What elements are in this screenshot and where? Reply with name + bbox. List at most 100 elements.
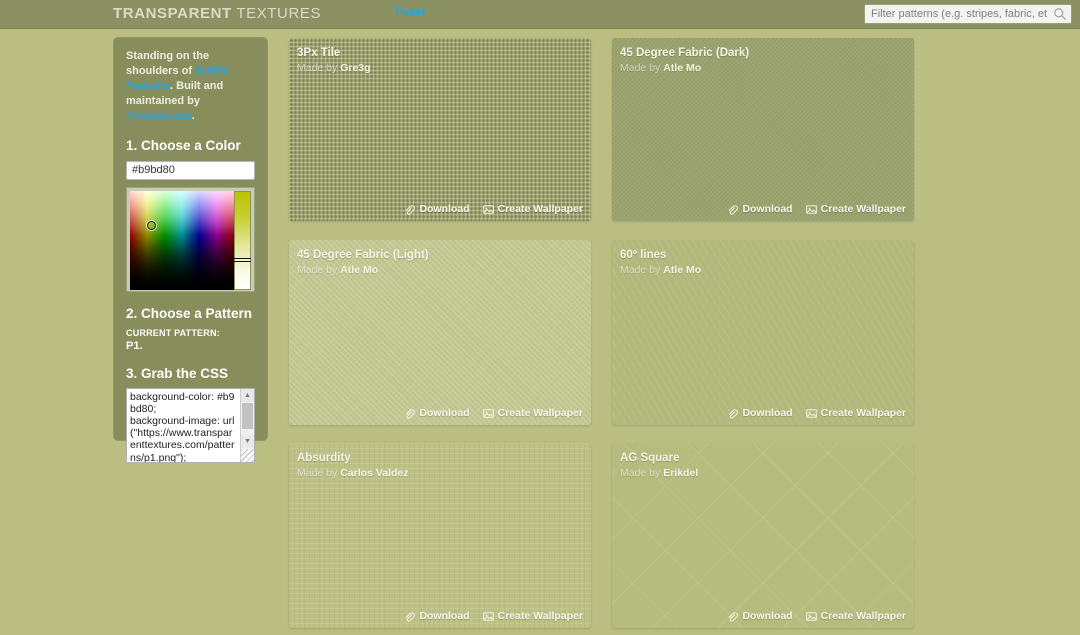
- download-label: Download: [419, 407, 470, 419]
- create-wallpaper-link[interactable]: Create Wallpaper: [482, 610, 583, 622]
- pattern-author: Made by Atle Mo: [297, 264, 378, 276]
- image-icon: [805, 611, 817, 621]
- pattern-card-links: Download Create Wallpaper: [727, 610, 906, 622]
- made-by-prefix: Made by: [297, 467, 341, 479]
- saturation-value-overlay[interactable]: [130, 190, 234, 290]
- create-wallpaper-label: Create Wallpaper: [497, 610, 583, 622]
- logo-light: TEXTURES: [231, 5, 322, 22]
- current-pattern-value: P1.: [126, 339, 143, 352]
- resize-grip-icon[interactable]: [241, 448, 254, 462]
- author-name: Gre3g: [340, 62, 371, 74]
- step2-title: 2. Choose a Pattern: [126, 305, 253, 321]
- search-icon[interactable]: [1053, 7, 1067, 21]
- create-wallpaper-label: Create Wallpaper: [497, 407, 583, 419]
- step3-title: 3. Grab the CSS: [126, 365, 229, 381]
- pattern-title: Absurdity: [297, 452, 351, 464]
- pattern-title: 45 Degree Fabric (Light): [297, 249, 429, 261]
- download-label: Download: [419, 610, 470, 622]
- pattern-author: Made by Carlos Valdez: [297, 467, 408, 479]
- pattern-card[interactable]: AG Square Made by Erikdel Download Creat…: [612, 443, 914, 628]
- paperclip-icon: [406, 408, 416, 419]
- image-icon: [805, 204, 817, 214]
- pattern-author: Made by Erikdel: [620, 467, 698, 479]
- image-icon: [805, 408, 817, 418]
- search-input[interactable]: [865, 5, 1051, 23]
- made-by-prefix: Made by: [620, 62, 664, 74]
- pattern-author: Made by Gre3g: [297, 62, 371, 74]
- pattern-card-links: Download Create Wallpaper: [727, 203, 906, 215]
- hex-color-input[interactable]: [126, 160, 255, 180]
- create-wallpaper-link[interactable]: Create Wallpaper: [482, 203, 583, 215]
- pattern-author: Made by Atle Mo: [620, 264, 701, 276]
- author-name: Atle Mo: [663, 264, 702, 276]
- pattern-card-links: Download Create Wallpaper: [727, 407, 906, 419]
- mikehearn-link[interactable]: @mikehearn: [126, 110, 192, 122]
- css-output-textarea[interactable]: background-color: #b9bd80; background-im…: [127, 388, 240, 462]
- create-wallpaper-link[interactable]: Create Wallpaper: [805, 407, 906, 419]
- hue-slider[interactable]: [234, 190, 251, 290]
- intro-text-3: .: [191, 110, 195, 122]
- download-label: Download: [742, 610, 793, 622]
- pattern-card[interactable]: 60º lines Made by Atle Mo Download Creat…: [612, 240, 914, 425]
- pattern-title: 3Px Tile: [297, 47, 341, 59]
- pattern-card-links: Download Create Wallpaper: [404, 203, 583, 215]
- made-by-prefix: Made by: [620, 467, 664, 479]
- create-wallpaper-link[interactable]: Create Wallpaper: [805, 203, 906, 215]
- pattern-card[interactable]: 45 Degree Fabric (Dark) Made by Atle Mo …: [612, 38, 914, 221]
- search-box[interactable]: [864, 4, 1072, 24]
- create-wallpaper-label: Create Wallpaper: [497, 203, 583, 215]
- paperclip-icon: [406, 611, 416, 622]
- scrollbar-thumb[interactable]: [242, 402, 253, 429]
- site-logo: TRANSPARENT TEXTURES: [113, 5, 321, 22]
- pattern-card[interactable]: 45 Degree Fabric (Light) Made by Atle Mo…: [289, 240, 591, 425]
- download-link[interactable]: Download: [727, 610, 793, 622]
- image-icon: [482, 408, 494, 418]
- paperclip-icon: [729, 408, 739, 419]
- download-label: Download: [419, 203, 470, 215]
- create-wallpaper-label: Create Wallpaper: [820, 407, 906, 419]
- download-link[interactable]: Download: [404, 407, 470, 419]
- create-wallpaper-link[interactable]: Create Wallpaper: [805, 610, 906, 622]
- css-output-box[interactable]: background-color: #b9bd80; background-im…: [126, 387, 255, 463]
- image-icon: [482, 204, 494, 214]
- made-by-prefix: Made by: [297, 62, 341, 74]
- tweet-link[interactable]: Tweet: [394, 7, 426, 19]
- scroll-up-icon[interactable]: ▲: [241, 388, 254, 402]
- download-label: Download: [742, 407, 793, 419]
- sidebar-intro: Standing on the shoulders of Subtle Patt…: [126, 49, 255, 124]
- author-name: Erikdel: [663, 467, 699, 479]
- download-link[interactable]: Download: [727, 407, 793, 419]
- pattern-card[interactable]: 3Px Tile Made by Gre3g Download Create W…: [289, 38, 591, 221]
- pattern-card-links: Download Create Wallpaper: [404, 610, 583, 622]
- author-name: Atle Mo: [663, 62, 702, 74]
- download-link[interactable]: Download: [727, 203, 793, 215]
- pattern-card[interactable]: Absurdity Made by Carlos Valdez Download…: [289, 443, 591, 628]
- create-wallpaper-label: Create Wallpaper: [820, 203, 906, 215]
- author-name: Atle Mo: [340, 264, 379, 276]
- sidebar-panel: Standing on the shoulders of Subtle Patt…: [113, 37, 268, 463]
- create-wallpaper-link[interactable]: Create Wallpaper: [482, 407, 583, 419]
- current-pattern-label: CURRENT PATTERN:: [126, 327, 220, 338]
- pattern-title: 60º lines: [620, 249, 667, 261]
- paperclip-icon: [406, 204, 416, 215]
- made-by-prefix: Made by: [297, 264, 341, 276]
- scroll-down-icon[interactable]: ▼: [241, 434, 254, 448]
- step1-title: 1. Choose a Color: [126, 138, 241, 153]
- color-picker[interactable]: [126, 186, 255, 292]
- color-picker-cursor[interactable]: [147, 220, 156, 230]
- download-link[interactable]: Download: [404, 203, 470, 215]
- hue-slider-handle[interactable]: [234, 257, 251, 262]
- paperclip-icon: [729, 611, 739, 622]
- pattern-author: Made by Atle Mo: [620, 62, 701, 74]
- pattern-title: AG Square: [620, 452, 680, 464]
- image-icon: [482, 611, 494, 621]
- create-wallpaper-label: Create Wallpaper: [820, 610, 906, 622]
- top-bar: TRANSPARENT TEXTURES Tweet: [0, 0, 1080, 29]
- logo-bold: TRANSPARENT: [113, 5, 232, 22]
- paperclip-icon: [729, 204, 739, 215]
- author-name: Carlos Valdez: [340, 467, 409, 479]
- download-label: Download: [742, 203, 793, 215]
- made-by-prefix: Made by: [620, 264, 664, 276]
- pattern-card-links: Download Create Wallpaper: [404, 407, 583, 419]
- download-link[interactable]: Download: [404, 610, 470, 622]
